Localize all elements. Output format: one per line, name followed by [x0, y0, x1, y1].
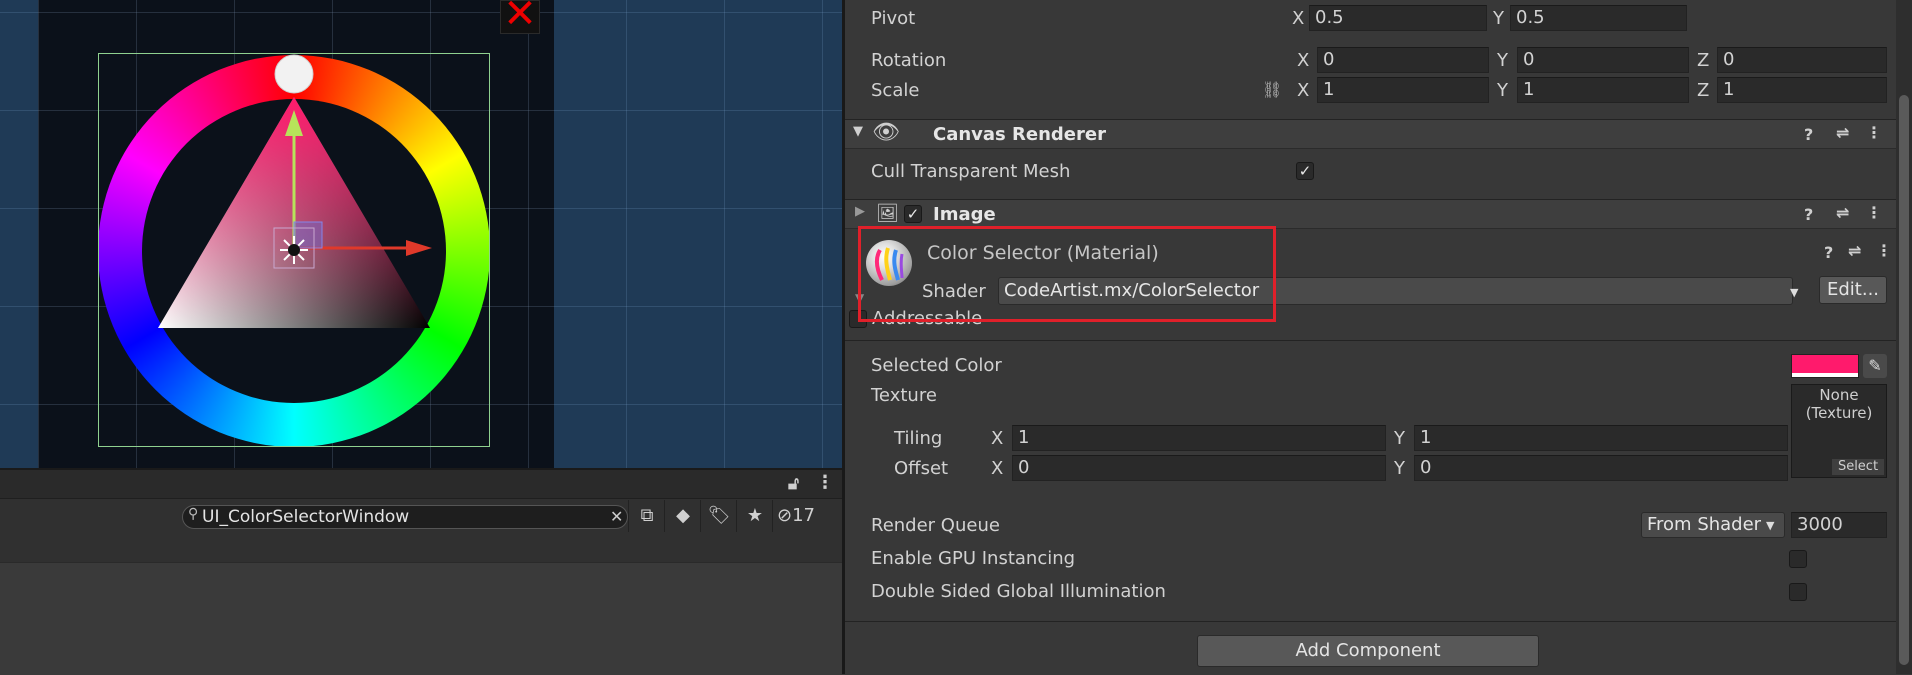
foldout-collapsed-icon[interactable]: ▶: [855, 204, 865, 219]
component-menu-icon[interactable]: ⋮: [1866, 123, 1882, 142]
selected-color-label: Selected Color: [871, 355, 1002, 376]
image-title: Image: [933, 204, 996, 225]
eyedropper-icon[interactable]: ✎: [1863, 354, 1887, 378]
pivot-x-field[interactable]: 0.5: [1309, 5, 1487, 31]
hue-knob: [274, 54, 314, 94]
component-menu-icon[interactable]: ⋮: [1866, 203, 1882, 222]
selected-color-swatch[interactable]: [1791, 354, 1859, 378]
tiling-label: Tiling: [894, 428, 943, 449]
pivot-x-axis: X: [1292, 8, 1305, 29]
rotation-z-field[interactable]: 0: [1717, 47, 1887, 73]
tiling-x-axis: X: [991, 428, 1004, 449]
close-x-icon[interactable]: ✕: [500, 0, 540, 34]
texture-select-button[interactable]: Select: [1832, 459, 1884, 475]
highlight-box: [858, 226, 1276, 322]
render-queue-mode-dropdown[interactable]: From Shader: [1641, 512, 1785, 538]
scale-label: Scale: [871, 80, 920, 101]
scale-y-axis: Y: [1497, 80, 1508, 101]
scale-x-axis: X: [1297, 80, 1310, 101]
search-by-type-icon[interactable]: ⧉: [628, 500, 665, 532]
canvas-renderer-title: Canvas Renderer: [933, 124, 1106, 145]
eye-slash-icon: ⊘: [777, 505, 793, 526]
help-icon[interactable]: ?: [1824, 243, 1833, 262]
render-queue-mode-value: From Shader: [1647, 514, 1762, 535]
double-sided-gi-checkbox[interactable]: [1789, 583, 1807, 601]
tiling-x-field[interactable]: 1: [1012, 425, 1386, 451]
scale-x-field[interactable]: 1: [1317, 77, 1489, 103]
chevron-down-icon: ▼: [1790, 286, 1799, 299]
image-component-icon: 🖼︎: [876, 203, 899, 224]
texture-none-text: None: [1819, 386, 1859, 404]
pivot-y-field[interactable]: 0.5: [1510, 5, 1687, 31]
kebab-menu-icon[interactable]: ⋮: [816, 472, 834, 493]
rotation-y-axis: Y: [1497, 50, 1508, 71]
constrain-proportions-icon[interactable]: ⛓︎: [1262, 80, 1282, 99]
edit-shader-button[interactable]: Edit...: [1819, 276, 1887, 304]
panel-tab-bar: [0, 468, 842, 498]
search-input-value: UI_ColorSelectorWindow: [202, 507, 410, 527]
section-separator: [845, 340, 1912, 341]
color-triangle-svg[interactable]: [0, 0, 842, 468]
lock-icon[interactable]: 🔓︎: [788, 474, 799, 494]
cull-transparent-mesh-checkbox[interactable]: ✓: [1296, 162, 1314, 180]
component-menu-icon[interactable]: ⋮: [1876, 241, 1892, 260]
presets-icon[interactable]: ⇌: [1836, 123, 1849, 142]
texture-label: Texture: [871, 385, 937, 406]
double-sided-gi-label: Double Sided Global Illumination: [871, 581, 1166, 602]
filter-by-label-icon[interactable]: 🏷︎: [700, 500, 737, 532]
image-enabled-checkbox[interactable]: ✓: [904, 205, 922, 223]
clear-search-icon[interactable]: ✕: [610, 505, 623, 529]
cull-transparent-mesh-label: Cull Transparent Mesh: [871, 161, 1071, 182]
offset-x-field[interactable]: 0: [1012, 455, 1386, 481]
offset-label: Offset: [894, 458, 949, 479]
texture-slot[interactable]: None (Texture) Select: [1791, 384, 1887, 478]
tiling-y-field[interactable]: 1: [1414, 425, 1788, 451]
gizmo-plane-handle: [293, 221, 323, 249]
search-icon: ⚲: [188, 506, 199, 522]
help-icon[interactable]: ?: [1804, 205, 1813, 224]
offset-y-axis: Y: [1394, 458, 1405, 479]
inspector-scrollbar-thumb[interactable]: [1899, 95, 1909, 665]
favorites-star-icon[interactable]: ★: [736, 500, 773, 532]
image-header[interactable]: [845, 199, 1912, 229]
scale-z-field[interactable]: 1: [1717, 77, 1887, 103]
hidden-count: 17: [792, 505, 815, 526]
scale-y-field[interactable]: 1: [1517, 77, 1689, 103]
gpu-instancing-checkbox[interactable]: [1789, 550, 1807, 568]
rotation-y-field[interactable]: 0: [1517, 47, 1689, 73]
texture-type-text: (Texture): [1805, 404, 1873, 422]
offset-x-axis: X: [991, 458, 1004, 479]
gpu-instancing-label: Enable GPU Instancing: [871, 548, 1076, 569]
pivot-label: Pivot: [871, 8, 916, 29]
section-separator: [845, 621, 1912, 622]
rotation-z-axis: Z: [1697, 50, 1710, 71]
offset-y-field[interactable]: 0: [1414, 455, 1788, 481]
render-queue-label: Render Queue: [871, 515, 1000, 536]
project-list[interactable]: [0, 562, 842, 675]
render-queue-value-field[interactable]: 3000: [1791, 512, 1887, 538]
foldout-expanded-icon[interactable]: ▼: [853, 124, 863, 139]
scale-z-axis: Z: [1697, 80, 1710, 101]
presets-icon[interactable]: ⇌: [1848, 241, 1861, 260]
add-component-button[interactable]: Add Component: [1197, 635, 1539, 667]
rotation-x-field[interactable]: 0: [1317, 47, 1489, 73]
rotation-label: Rotation: [871, 50, 947, 71]
hidden-packages-toggle[interactable]: ⊘17: [772, 500, 842, 532]
gizmo-x-arrow: [406, 240, 432, 256]
help-icon[interactable]: ?: [1804, 125, 1813, 144]
filter-by-type-icon[interactable]: ◆: [664, 500, 701, 532]
rotation-x-axis: X: [1297, 50, 1310, 71]
presets-icon[interactable]: ⇌: [1836, 203, 1849, 222]
chevron-down-icon: ▼: [1766, 519, 1775, 532]
tiling-y-axis: Y: [1394, 428, 1405, 449]
eye-icon: 👁︎: [872, 120, 900, 145]
pivot-y-axis: Y: [1493, 8, 1504, 29]
